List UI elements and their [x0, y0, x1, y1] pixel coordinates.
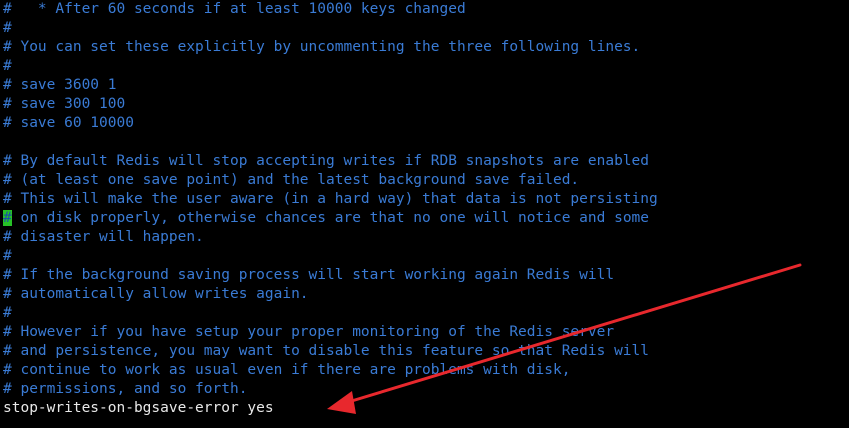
- config-line-17: #: [3, 305, 12, 321]
- config-directive-stop-writes: stop-writes-on-bgsave-error yes: [3, 400, 274, 416]
- config-line-19: # and persistence, you may want to disab…: [3, 343, 650, 359]
- cursor-line-text: on disk properly, otherwise chances are …: [11, 210, 650, 226]
- config-line-9: # By default Redis will stop accepting w…: [3, 153, 650, 169]
- config-line-12: # on disk properly, otherwise chances ar…: [0, 209, 849, 228]
- terminal-editor[interactable]: # * After 60 seconds if at least 10000 k…: [0, 0, 849, 428]
- config-line-4: #: [3, 58, 12, 74]
- config-line-6: # save 300 100: [3, 96, 126, 112]
- config-line-7: # save 60 10000: [3, 115, 134, 131]
- config-line-15: # If the background saving process will …: [3, 267, 615, 283]
- config-line-10: # (at least one save point) and the late…: [3, 172, 580, 188]
- config-line-8: [0, 133, 849, 152]
- config-line-1: # * After 60 seconds if at least 10000 k…: [3, 1, 466, 17]
- text-cursor: #: [3, 210, 12, 226]
- config-line-20: # continue to work as usual even if ther…: [3, 362, 571, 378]
- config-line-18: # However if you have setup your proper …: [3, 324, 615, 340]
- config-line-21: # permissions, and so forth.: [3, 381, 248, 397]
- config-line-14: #: [3, 248, 12, 264]
- config-line-5: # save 3600 1: [3, 77, 117, 93]
- config-line-13: # disaster will happen.: [3, 229, 204, 245]
- config-line-3: # You can set these explicitly by uncomm…: [3, 39, 641, 55]
- config-line-11: # This will make the user aware (in a ha…: [3, 191, 658, 207]
- config-line-16: # automatically allow writes again.: [3, 286, 309, 302]
- config-line-2: #: [3, 20, 12, 36]
